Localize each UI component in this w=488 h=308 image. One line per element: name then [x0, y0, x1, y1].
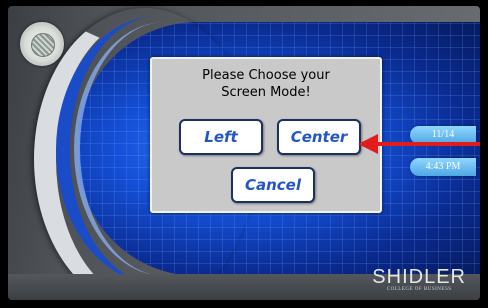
red-arrow-icon — [358, 134, 378, 154]
screen-mode-dialog: Please Choose your Screen Mode! Left Cen… — [150, 57, 382, 213]
red-arrow-shaft — [376, 142, 480, 146]
dialog-title: Please Choose your Screen Mode! — [152, 67, 380, 101]
time-display: 4:43 PM — [410, 158, 476, 176]
left-mode-button[interactable]: Left — [179, 119, 263, 155]
dialog-title-line1: Please Choose your — [202, 68, 330, 83]
center-mode-button[interactable]: Center — [277, 119, 361, 155]
university-seal-icon — [20, 22, 64, 66]
brand-name: SHIDLER — [372, 266, 466, 288]
dialog-title-line2: Screen Mode! — [221, 85, 311, 100]
cancel-button[interactable]: Cancel — [231, 167, 315, 203]
brand-logo: SHIDLER COLLEGE OF BUSINESS — [372, 267, 466, 292]
